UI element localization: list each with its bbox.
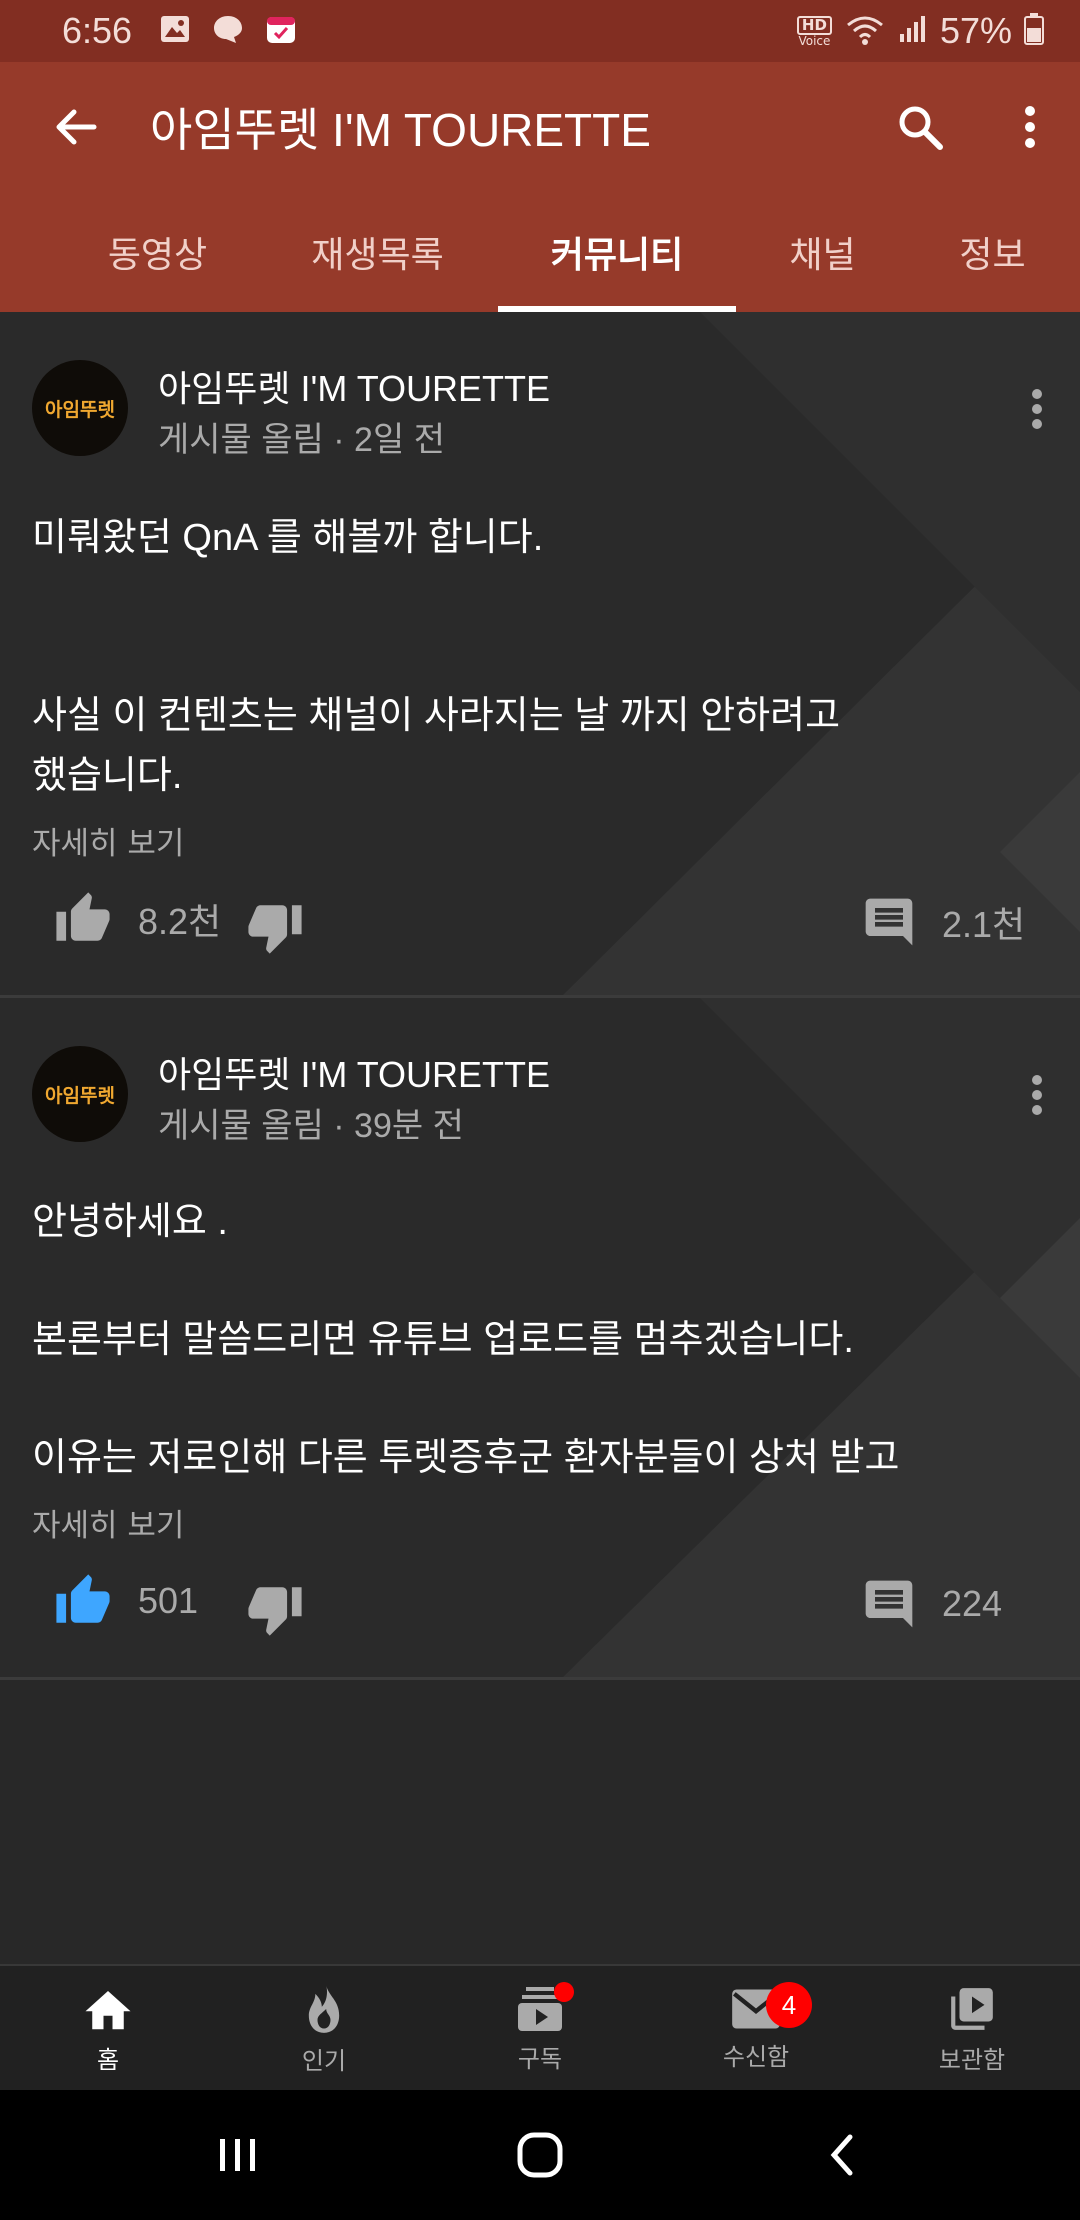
post-text-line: 미뤄왔던 QnA 를 해볼까 합니다. bbox=[32, 517, 544, 559]
dislike-button[interactable] bbox=[244, 898, 306, 956]
thumb-down-icon bbox=[248, 905, 302, 954]
message-bubble-icon bbox=[212, 14, 244, 48]
comment-count: 224 bbox=[942, 1583, 1003, 1624]
tab-about[interactable]: 정보 bbox=[930, 192, 1055, 312]
bottom-navigation: 홈 인기 구독 4 수신함 보관함 bbox=[0, 1964, 1080, 2090]
like-button[interactable]: 8.2천 bbox=[52, 890, 221, 948]
community-post: 아임뚜렛 아임뚜렛 I'M TOURETTE 게시물 올림 · 39분 전 안녕… bbox=[0, 998, 1080, 1680]
nav-inbox[interactable]: 4 수신함 bbox=[648, 1966, 864, 2092]
comment-icon bbox=[865, 1580, 913, 1628]
more-options-button[interactable] bbox=[980, 62, 1080, 192]
dislike-button[interactable] bbox=[244, 1580, 306, 1638]
voice-label: Voice bbox=[798, 33, 831, 48]
nav-subscriptions[interactable]: 구독 bbox=[432, 1966, 648, 2092]
status-right: HD Voice 57% bbox=[796, 10, 1044, 52]
channel-avatar[interactable]: 아임뚜렛 bbox=[32, 360, 128, 456]
nav-label: 홈 bbox=[96, 2045, 120, 2074]
read-more-link[interactable]: 자세히 보기 bbox=[32, 818, 184, 863]
thumb-up-icon bbox=[56, 1574, 110, 1623]
recent-apps-button[interactable] bbox=[138, 2090, 338, 2220]
search-icon bbox=[899, 106, 943, 150]
notification-icons bbox=[160, 14, 296, 48]
home-icon bbox=[85, 1990, 131, 2029]
nav-trending[interactable]: 인기 bbox=[216, 1966, 432, 2092]
recent-apps-icon bbox=[220, 2139, 255, 2171]
nav-label: 인기 bbox=[301, 2046, 347, 2075]
post-more-button[interactable] bbox=[1012, 1060, 1062, 1130]
nav-library[interactable]: 보관함 bbox=[864, 1966, 1080, 2092]
status-bar: 6:56 HD Voice 57% bbox=[0, 0, 1080, 62]
nav-label: 보관함 bbox=[938, 2045, 1006, 2074]
image-icon bbox=[160, 15, 190, 47]
more-vert-icon bbox=[1032, 389, 1042, 429]
page-title: 아임뚜렛 I'M TOURETTE bbox=[150, 104, 651, 156]
channel-avatar[interactable]: 아임뚜렛 bbox=[32, 1046, 128, 1142]
more-vert-icon bbox=[1032, 1075, 1042, 1115]
status-time: 6:56 bbox=[62, 10, 133, 51]
comment-button[interactable]: 2.1천 bbox=[860, 894, 1025, 950]
home-circle-icon bbox=[517, 2132, 563, 2178]
calendar-icon bbox=[266, 14, 296, 48]
hd-label: HD bbox=[796, 15, 832, 35]
avatar-logo-text: 아임뚜렛 bbox=[45, 1084, 115, 1107]
channel-name[interactable]: 아임뚜렛 I'M TOURETTE bbox=[158, 360, 550, 412]
back-button[interactable] bbox=[0, 62, 150, 192]
signal-icon bbox=[898, 14, 928, 48]
post-text-line: 사실 이 컨텐츠는 채널이 사라지는 날 까지 안하려고 bbox=[32, 695, 841, 737]
comment-button[interactable]: 224 bbox=[860, 1576, 1002, 1632]
tab-videos[interactable]: 동영상 bbox=[80, 192, 235, 312]
hd-voice-icon: HD Voice bbox=[796, 15, 832, 48]
like-button[interactable]: 501 bbox=[52, 1572, 198, 1630]
search-button[interactable] bbox=[860, 62, 980, 192]
post-text-line: 본론부터 말씀드리면 유튜브 업로드를 멈추겠습니다. bbox=[32, 1319, 854, 1361]
nav-label: 수신함 bbox=[722, 2042, 790, 2071]
post-more-button[interactable] bbox=[1012, 374, 1062, 444]
system-navigation-bar bbox=[0, 2090, 1080, 2220]
nav-home[interactable]: 홈 bbox=[0, 1966, 216, 2092]
like-count: 8.2천 bbox=[138, 901, 222, 942]
trending-flame-icon bbox=[308, 1984, 340, 2033]
notification-dot bbox=[554, 1982, 574, 2002]
community-post: 아임뚜렛 아임뚜렛 I'M TOURETTE 게시물 올림 · 2일 전 미뤄왔… bbox=[0, 312, 1080, 998]
like-count: 501 bbox=[138, 1580, 199, 1621]
back-system-button[interactable] bbox=[742, 2090, 942, 2220]
battery-icon bbox=[1024, 13, 1044, 49]
thumb-up-icon bbox=[56, 892, 110, 941]
inbox-badge: 4 bbox=[766, 1982, 812, 2028]
post-meta: 게시물 올림 · 2일 전 bbox=[158, 421, 445, 459]
community-feed: 아임뚜렛 아임뚜렛 I'M TOURETTE 게시물 올림 · 2일 전 미뤄왔… bbox=[0, 312, 1080, 1680]
tab-playlists[interactable]: 재생목록 bbox=[290, 192, 465, 312]
comment-icon bbox=[865, 898, 913, 946]
wifi-icon bbox=[844, 13, 886, 49]
channel-tabs: 동영상 재생목록 커뮤니티 채널 정보 bbox=[0, 192, 1080, 312]
chevron-left-icon bbox=[830, 2134, 853, 2176]
post-meta: 게시물 올림 · 39분 전 bbox=[158, 1107, 464, 1145]
tab-community[interactable]: 커뮤니티 bbox=[498, 192, 736, 312]
read-more-link[interactable]: 자세히 보기 bbox=[32, 1500, 184, 1545]
thumb-down-icon bbox=[248, 1587, 302, 1636]
post-text-line: 이유는 저로인해 다른 투렛증후군 환자분들이 상처 받고 bbox=[32, 1437, 900, 1479]
tab-channels[interactable]: 채널 bbox=[760, 192, 885, 312]
comment-count: 2.1천 bbox=[942, 904, 1026, 945]
post-text-line: 했습니다. bbox=[32, 755, 183, 797]
post-text-line: 안녕하세요 . bbox=[32, 1201, 228, 1243]
battery-percent: 57% bbox=[939, 10, 1012, 51]
nav-label: 구독 bbox=[517, 2044, 563, 2073]
app-bar: 아임뚜렛 I'M TOURETTE 동영상 재생목록 커뮤니티 채널 정보 bbox=[0, 62, 1080, 312]
more-vert-icon bbox=[1025, 106, 1035, 148]
channel-name[interactable]: 아임뚜렛 I'M TOURETTE bbox=[158, 1046, 550, 1098]
arrow-back-icon bbox=[56, 109, 97, 145]
avatar-logo-text: 아임뚜렛 bbox=[45, 398, 115, 421]
home-system-button[interactable] bbox=[440, 2090, 640, 2220]
library-icon bbox=[951, 1987, 993, 2030]
